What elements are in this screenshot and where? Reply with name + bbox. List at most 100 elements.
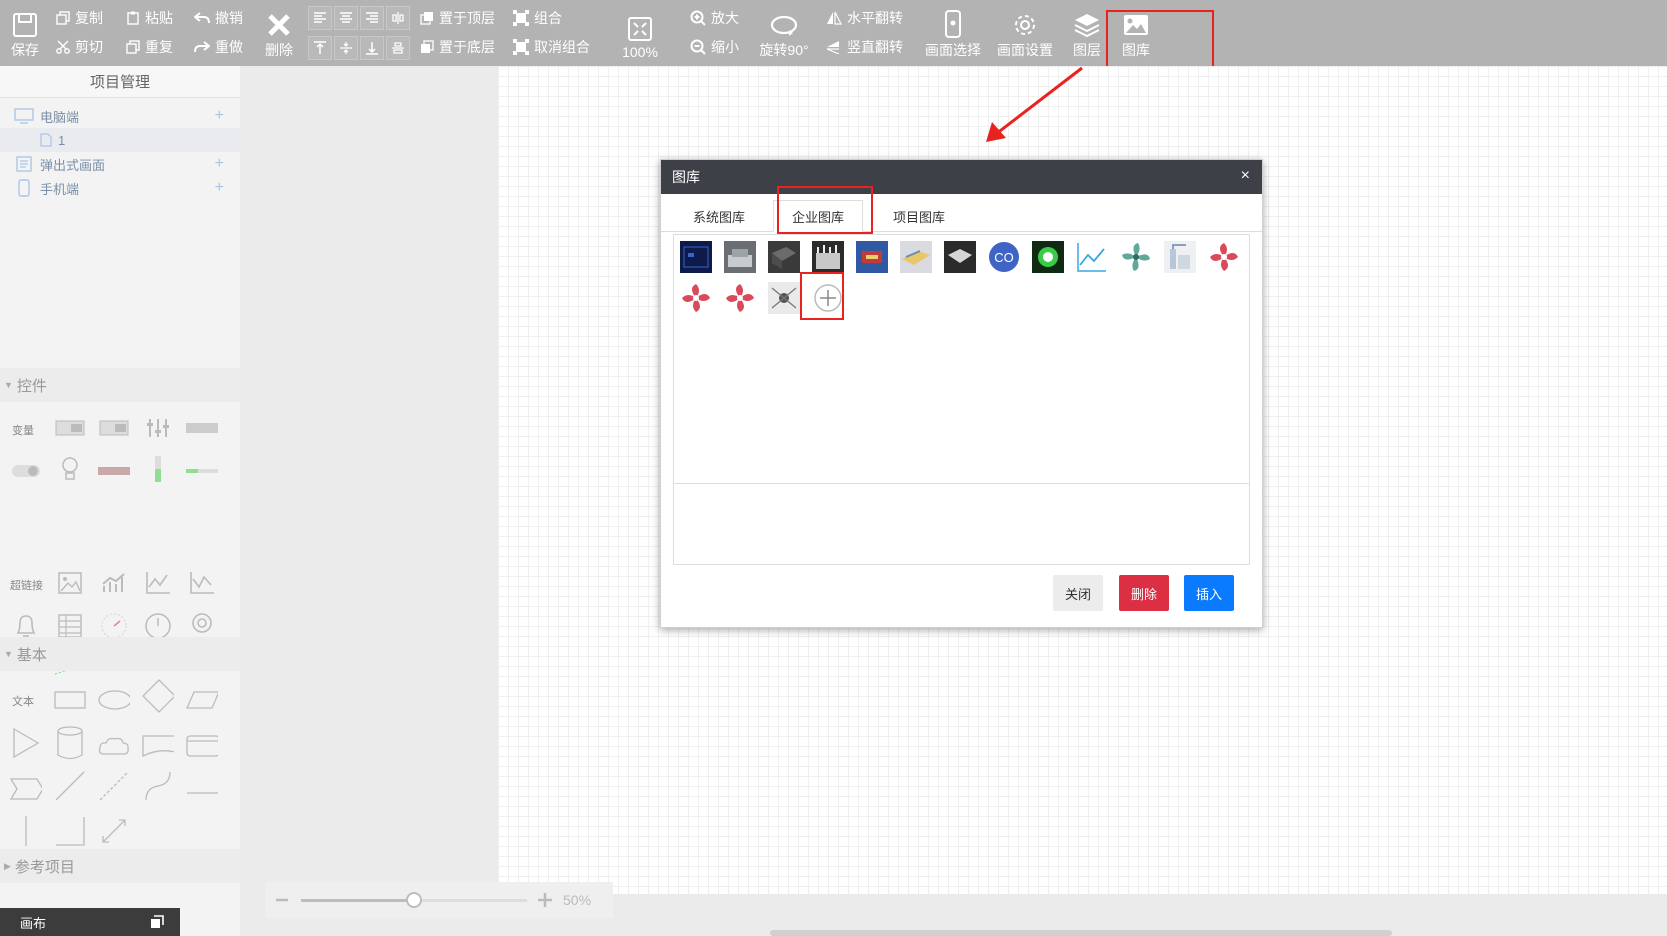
tab-enterprise-gallery[interactable]: 企业图库 bbox=[773, 200, 863, 232]
add-image-button[interactable] bbox=[808, 278, 848, 318]
arrow-shape[interactable] bbox=[98, 816, 130, 846]
tree-item-mobile[interactable]: 手机端 + bbox=[0, 176, 240, 200]
gallery-image[interactable] bbox=[724, 282, 756, 314]
screen-settings-button[interactable]: 画面设置 bbox=[996, 0, 1054, 66]
text-shape[interactable]: 文本 bbox=[12, 693, 34, 709]
basic-section-header[interactable]: ▼ 基本 bbox=[0, 637, 240, 671]
copy-button[interactable]: 复制 bbox=[56, 5, 103, 31]
ellipse-shape[interactable] bbox=[98, 685, 130, 715]
tab-system-gallery[interactable]: 系统图库 bbox=[675, 200, 763, 232]
align-top-button[interactable] bbox=[308, 36, 332, 60]
duplicate-button[interactable]: 重复 bbox=[126, 34, 173, 60]
gallery-image[interactable] bbox=[1120, 241, 1152, 273]
image-control[interactable] bbox=[54, 568, 86, 598]
align-right-button[interactable] bbox=[360, 6, 384, 30]
delete-image-button[interactable]: 删除 bbox=[1119, 575, 1169, 611]
group-button[interactable]: 组合 bbox=[513, 5, 562, 31]
zoom-level-button[interactable]: 100% bbox=[618, 0, 662, 66]
gallery-image[interactable] bbox=[944, 241, 976, 273]
progress-bar-control[interactable] bbox=[98, 456, 130, 486]
rectangle-shape[interactable] bbox=[54, 685, 86, 715]
bring-to-top-button[interactable]: 置于顶层 bbox=[420, 5, 495, 31]
curve-shape[interactable] bbox=[142, 771, 174, 801]
redo-button[interactable]: 重做 bbox=[194, 34, 243, 60]
gallery-image[interactable] bbox=[1076, 241, 1108, 273]
add-popup-icon[interactable]: + bbox=[215, 155, 224, 173]
zoom-minus-icon[interactable] bbox=[275, 893, 289, 907]
gallery-image[interactable] bbox=[1164, 241, 1196, 273]
zoom-slider-handle[interactable] bbox=[406, 891, 422, 908]
gallery-image[interactable] bbox=[812, 241, 844, 273]
cut-button[interactable]: 剪切 bbox=[56, 34, 103, 60]
document-shape[interactable] bbox=[142, 731, 174, 761]
dashed-line-shape[interactable] bbox=[98, 771, 130, 801]
diamond-shape[interactable] bbox=[142, 679, 174, 713]
gallery-image[interactable] bbox=[680, 241, 712, 273]
slider-control[interactable] bbox=[142, 413, 174, 443]
bulb-control[interactable] bbox=[54, 454, 86, 484]
canvas-tab[interactable]: 画布 bbox=[0, 908, 180, 936]
screen-select-button[interactable]: 画面选择 bbox=[924, 0, 982, 66]
send-to-bottom-button[interactable]: 置于底层 bbox=[420, 34, 495, 60]
controls-section-header[interactable]: ▼ 控件 bbox=[0, 368, 240, 402]
variable-control[interactable]: 变量 bbox=[12, 422, 34, 438]
elbow-line-shape[interactable] bbox=[54, 816, 86, 846]
gallery-image[interactable]: CO bbox=[988, 241, 1020, 273]
flip-horizontal-button[interactable]: 水平翻转 bbox=[826, 5, 903, 31]
align-bottom-button[interactable] bbox=[360, 36, 384, 60]
line-shape[interactable] bbox=[54, 771, 86, 801]
paste-button[interactable]: 粘贴 bbox=[126, 5, 173, 31]
meter-bar-control[interactable] bbox=[186, 456, 218, 486]
align-middle-button[interactable] bbox=[334, 36, 358, 60]
tab-project-gallery[interactable]: 项目图库 bbox=[875, 200, 963, 232]
distribute-v-button[interactable] bbox=[386, 36, 410, 60]
zoom-in-button[interactable]: 放大 bbox=[690, 5, 739, 31]
gallery-image[interactable] bbox=[1208, 241, 1240, 273]
gallery-image[interactable] bbox=[724, 241, 756, 273]
numeric-input-control[interactable] bbox=[98, 413, 130, 443]
gallery-button[interactable]: 图库 bbox=[1119, 0, 1153, 66]
close-icon[interactable]: × bbox=[1241, 167, 1250, 185]
tree-item-popup[interactable]: 弹出式画面 + bbox=[0, 152, 240, 176]
undo-button[interactable]: 撤销 bbox=[194, 5, 243, 31]
gallery-image[interactable] bbox=[768, 241, 800, 273]
card-shape[interactable] bbox=[186, 731, 218, 761]
ungroup-button[interactable]: 取消组合 bbox=[513, 34, 590, 60]
insert-button[interactable]: 插入 bbox=[1184, 575, 1234, 611]
reference-section-header[interactable]: ▶ 参考项目 bbox=[0, 849, 240, 883]
trend-chart-control[interactable] bbox=[142, 568, 174, 598]
add-mobile-icon[interactable]: + bbox=[215, 179, 224, 197]
gallery-image[interactable] bbox=[768, 282, 800, 314]
parallelogram-shape[interactable] bbox=[186, 685, 218, 715]
vertical-line-shape[interactable] bbox=[10, 816, 42, 846]
bar-chart-control[interactable] bbox=[98, 568, 130, 598]
delete-button[interactable]: 删除 bbox=[262, 0, 296, 66]
tree-item-page-1[interactable]: 1 bbox=[0, 128, 240, 152]
toggle-control[interactable] bbox=[10, 456, 42, 486]
add-desktop-icon[interactable]: + bbox=[215, 107, 224, 125]
cloud-shape[interactable] bbox=[98, 731, 130, 761]
tree-item-desktop[interactable]: 电脑端 + bbox=[0, 104, 240, 128]
hyperlink-control[interactable]: 超链接 bbox=[10, 577, 43, 593]
align-left-button[interactable] bbox=[308, 6, 332, 30]
rotate-button[interactable]: 旋转90° bbox=[758, 0, 810, 66]
save-button[interactable]: 保存 bbox=[8, 0, 42, 66]
level-bar-control[interactable] bbox=[142, 454, 174, 484]
zoom-plus-icon[interactable] bbox=[537, 892, 553, 908]
layers-button[interactable]: 图层 bbox=[1070, 0, 1104, 66]
gallery-image[interactable] bbox=[1032, 241, 1064, 273]
zoom-track[interactable] bbox=[301, 891, 527, 908]
flip-vertical-button[interactable]: 竖直翻转 bbox=[826, 34, 903, 60]
text-label-control[interactable] bbox=[186, 413, 218, 443]
close-button[interactable]: 关闭 bbox=[1053, 575, 1103, 611]
pentagon-shape[interactable] bbox=[10, 774, 42, 804]
gallery-image[interactable] bbox=[680, 282, 712, 314]
numeric-display-control[interactable] bbox=[54, 413, 86, 443]
history-chart-control[interactable] bbox=[186, 568, 218, 598]
horizontal-scrollbar[interactable] bbox=[770, 930, 1392, 936]
align-center-button[interactable] bbox=[334, 6, 358, 30]
gallery-image[interactable] bbox=[856, 241, 888, 273]
window-restore-icon[interactable] bbox=[150, 915, 164, 929]
zoom-out-button[interactable]: 缩小 bbox=[690, 34, 739, 60]
gallery-image[interactable] bbox=[900, 241, 932, 273]
